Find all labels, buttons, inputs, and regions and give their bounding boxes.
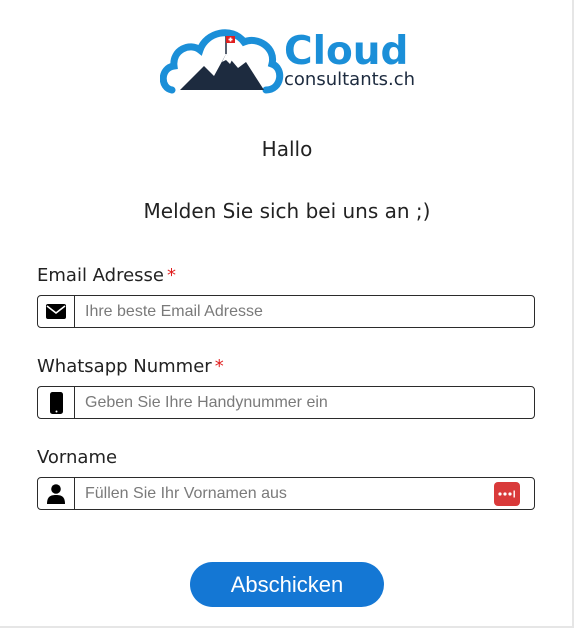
brand-name-sub: consultants.ch xyxy=(284,69,416,90)
email-addon xyxy=(38,296,75,327)
email-required-mark: * xyxy=(167,265,176,286)
firstname-input-group xyxy=(37,477,535,510)
subtitle-heading: Melden Sie sich bei uns an ;) xyxy=(143,199,431,223)
whatsapp-required-mark: * xyxy=(214,356,224,377)
whatsapp-label: Whatsapp Nummer * xyxy=(37,356,224,377)
firstname-label-text: Vorname xyxy=(37,447,118,468)
firstname-field[interactable] xyxy=(75,478,494,509)
password-manager-dots-icon xyxy=(498,490,515,497)
email-input-group xyxy=(37,295,535,328)
submit-button[interactable]: Abschicken xyxy=(190,562,384,607)
cloud-mountain-logo-icon xyxy=(160,29,284,94)
whatsapp-addon xyxy=(38,387,75,418)
email-field[interactable] xyxy=(75,296,534,327)
firstname-label: Vorname xyxy=(37,447,117,468)
greeting-heading: Hallo xyxy=(261,137,313,161)
envelope-icon xyxy=(46,304,66,319)
brand-logo: Cloud consultants.ch xyxy=(160,20,420,100)
password-manager-icon[interactable] xyxy=(494,481,520,506)
email-label-text: Email Adresse xyxy=(37,265,164,286)
whatsapp-number-field[interactable] xyxy=(75,387,534,418)
whatsapp-label-text: Whatsapp Nummer xyxy=(37,356,212,377)
email-label: Email Adresse * xyxy=(37,265,176,286)
user-icon xyxy=(47,483,65,504)
phone-icon xyxy=(49,391,63,414)
firstname-addon xyxy=(38,478,75,509)
brand-name-main: Cloud xyxy=(284,29,409,74)
whatsapp-input-group xyxy=(37,386,535,419)
